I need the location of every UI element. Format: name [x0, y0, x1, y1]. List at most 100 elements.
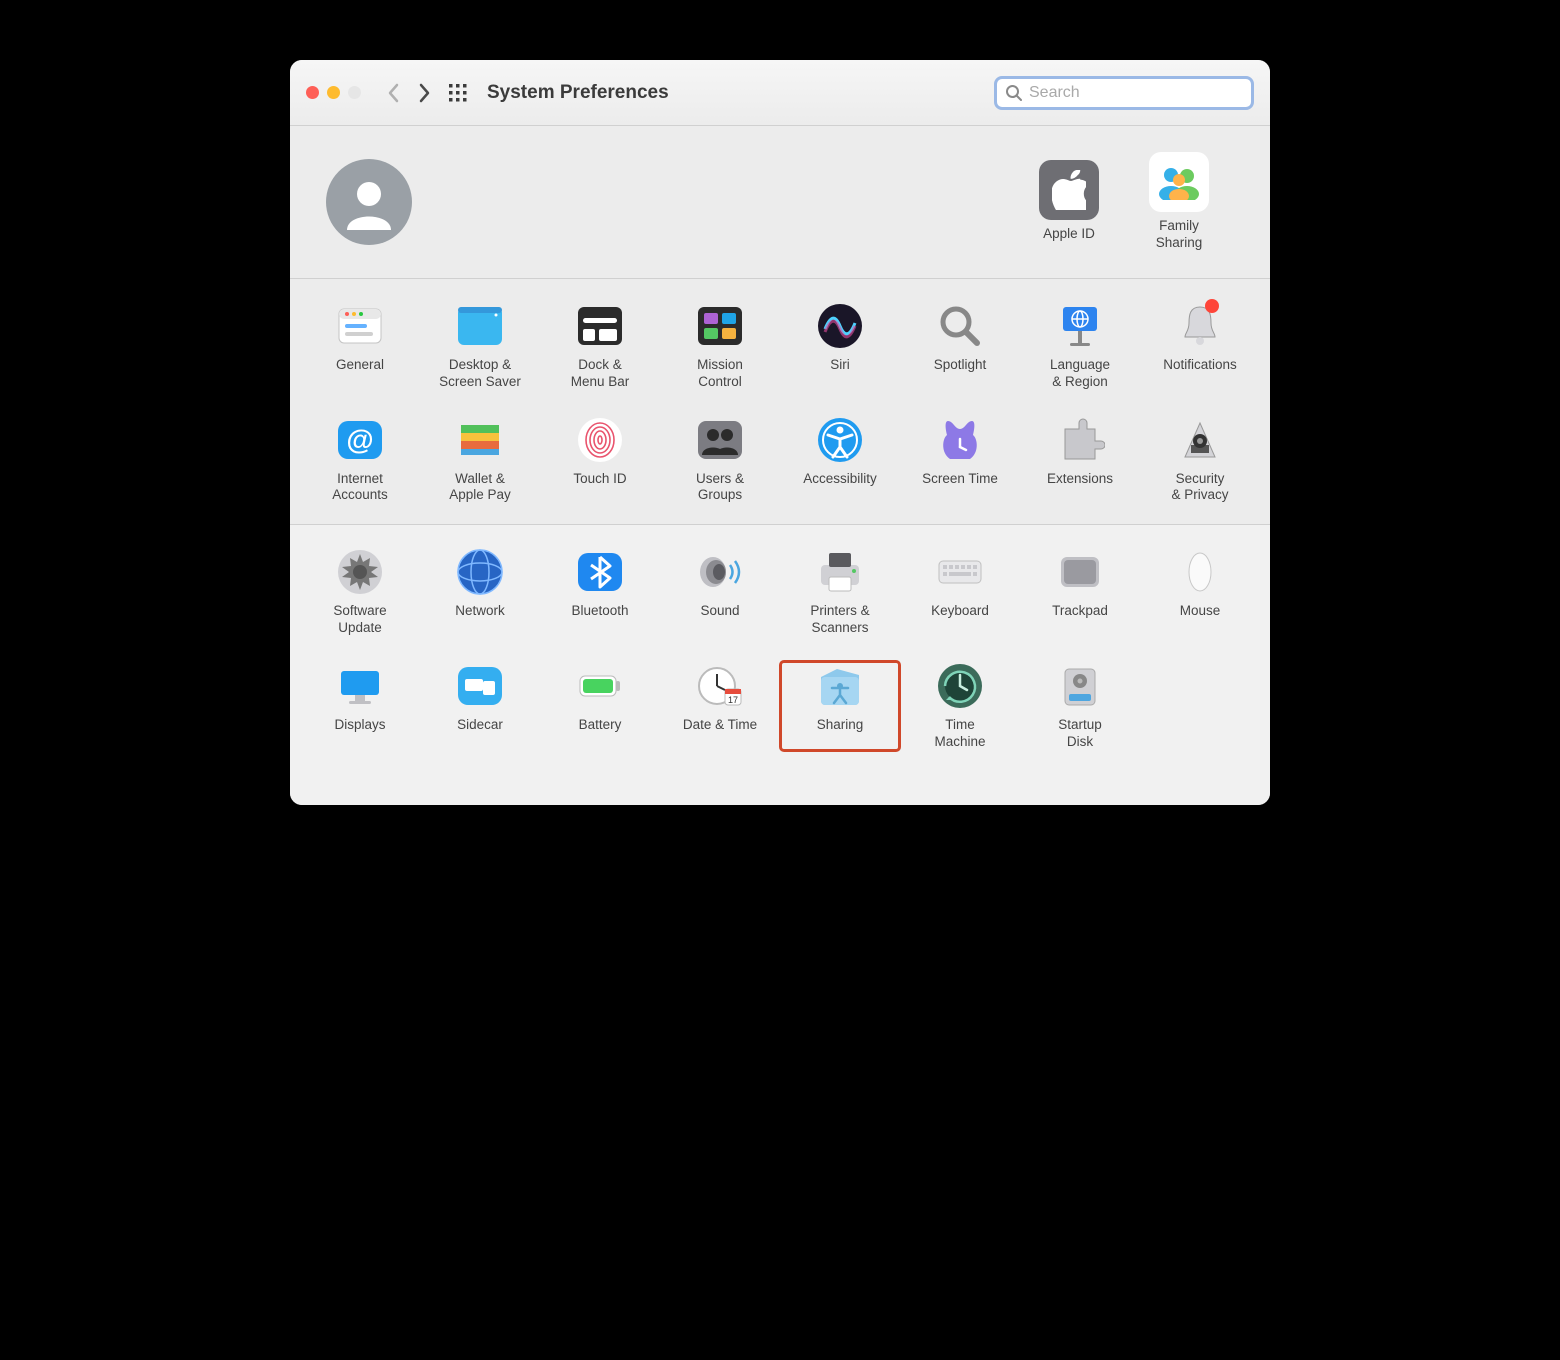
sound-pane[interactable]: Sound — [660, 547, 780, 637]
window-title: System Preferences — [487, 82, 669, 104]
mission-icon — [695, 301, 745, 351]
back-button[interactable] — [379, 78, 409, 108]
search-icon — [1005, 84, 1029, 102]
internet-icon: @ — [335, 415, 385, 465]
network-icon — [455, 547, 505, 597]
accessibility-pane[interactable]: Accessibility — [780, 415, 900, 505]
pane-label: Software Update — [300, 603, 420, 637]
pane-label: Language & Region — [1020, 357, 1140, 391]
notifications-icon — [1175, 301, 1225, 351]
pane-label: Mission Control — [660, 357, 780, 391]
battery-icon — [575, 661, 625, 711]
pane-label: Sharing — [780, 717, 900, 734]
trackpad-icon — [1055, 547, 1105, 597]
sharing-pane[interactable]: Sharing — [780, 661, 900, 751]
displays-pane[interactable]: Displays — [300, 661, 420, 751]
pane-label: Trackpad — [1020, 603, 1140, 620]
pane-label: Spotlight — [900, 357, 1020, 374]
timemachine-pane[interactable]: Time Machine — [900, 661, 1020, 751]
sharing-icon — [815, 661, 865, 711]
accessibility-icon — [815, 415, 865, 465]
pane-label: Bluetooth — [540, 603, 660, 620]
family-sharing-pane[interactable]: Family Sharing — [1124, 152, 1234, 252]
pane-label: Extensions — [1020, 471, 1140, 488]
users-icon — [695, 415, 745, 465]
siri-icon — [815, 301, 865, 351]
pane-label: General — [300, 357, 420, 374]
pane-label: Dock & Menu Bar — [540, 357, 660, 391]
bluetooth-pane[interactable]: Bluetooth — [540, 547, 660, 637]
pane-label: Sound — [660, 603, 780, 620]
dock-pane[interactable]: Dock & Menu Bar — [540, 301, 660, 391]
startup-pane[interactable]: Startup Disk — [1020, 661, 1140, 751]
software-pane[interactable]: Software Update — [300, 547, 420, 637]
sidecar-pane[interactable]: Sidecar — [420, 661, 540, 751]
hardware-prefs-section: Software UpdateNetworkBluetoothSoundPrin… — [290, 525, 1270, 805]
timemachine-icon — [935, 661, 985, 711]
pane-label: Users & Groups — [660, 471, 780, 505]
language-pane[interactable]: Language & Region — [1020, 301, 1140, 391]
screentime-icon — [935, 415, 985, 465]
extensions-pane[interactable]: Extensions — [1020, 415, 1140, 505]
pane-label: Mouse — [1140, 603, 1260, 620]
family-icon — [1149, 152, 1209, 212]
screentime-pane[interactable]: Screen Time — [900, 415, 1020, 505]
general-icon — [335, 301, 385, 351]
pane-label: Screen Time — [900, 471, 1020, 488]
account-row: Apple ID Family Sharing — [290, 126, 1270, 279]
toolbar: System Preferences — [290, 60, 1270, 126]
pane-label: Printers & Scanners — [780, 603, 900, 637]
wallet-pane[interactable]: Wallet & Apple Pay — [420, 415, 540, 505]
general-pane[interactable]: General — [300, 301, 420, 391]
apple-id-pane[interactable]: Apple ID — [1014, 160, 1124, 243]
printers-icon — [815, 547, 865, 597]
zoom-button[interactable] — [348, 86, 361, 99]
pane-label: Battery — [540, 717, 660, 734]
minimize-button[interactable] — [327, 86, 340, 99]
close-button[interactable] — [306, 86, 319, 99]
pane-label: Notifications — [1140, 357, 1260, 374]
search-field[interactable] — [994, 76, 1254, 110]
svg-text:17: 17 — [728, 695, 738, 705]
software-icon — [335, 547, 385, 597]
desktop-pane[interactable]: Desktop & Screen Saver — [420, 301, 540, 391]
mouse-icon — [1175, 547, 1225, 597]
users-pane[interactable]: Users & Groups — [660, 415, 780, 505]
search-input[interactable] — [1029, 84, 1243, 102]
pane-label: Sidecar — [420, 717, 540, 734]
mouse-pane[interactable]: Mouse — [1140, 547, 1260, 637]
printers-pane[interactable]: Printers & Scanners — [780, 547, 900, 637]
touchid-pane[interactable]: Touch ID — [540, 415, 660, 505]
personal-prefs-section: GeneralDesktop & Screen SaverDock & Menu… — [290, 279, 1270, 526]
touchid-icon — [575, 415, 625, 465]
battery-pane[interactable]: Battery — [540, 661, 660, 751]
notifications-pane[interactable]: Notifications — [1140, 301, 1260, 391]
extensions-icon — [1055, 415, 1105, 465]
forward-button[interactable] — [409, 78, 439, 108]
internet-pane[interactable]: @ Internet Accounts — [300, 415, 420, 505]
trackpad-pane[interactable]: Trackpad — [1020, 547, 1140, 637]
keyboard-icon — [935, 547, 985, 597]
mission-pane[interactable]: Mission Control — [660, 301, 780, 391]
spotlight-pane[interactable]: Spotlight — [900, 301, 1020, 391]
datetime-pane[interactable]: 17Date & Time — [660, 661, 780, 751]
pane-label: Displays — [300, 717, 420, 734]
pane-label: Wallet & Apple Pay — [420, 471, 540, 505]
network-pane[interactable]: Network — [420, 547, 540, 637]
siri-pane[interactable]: Siri — [780, 301, 900, 391]
security-pane[interactable]: Security & Privacy — [1140, 415, 1260, 505]
pane-label: Desktop & Screen Saver — [420, 357, 540, 391]
window-controls — [306, 86, 361, 99]
pane-label: Network — [420, 603, 540, 620]
keyboard-pane[interactable]: Keyboard — [900, 547, 1020, 637]
sound-icon — [695, 547, 745, 597]
show-all-button[interactable] — [443, 78, 473, 108]
wallet-icon — [455, 415, 505, 465]
sidecar-icon — [455, 661, 505, 711]
pane-label: Keyboard — [900, 603, 1020, 620]
user-avatar[interactable] — [326, 159, 412, 245]
pane-label: Internet Accounts — [300, 471, 420, 505]
pane-label: Time Machine — [900, 717, 1020, 751]
dock-icon — [575, 301, 625, 351]
family-sharing-label: Family Sharing — [1124, 218, 1234, 252]
